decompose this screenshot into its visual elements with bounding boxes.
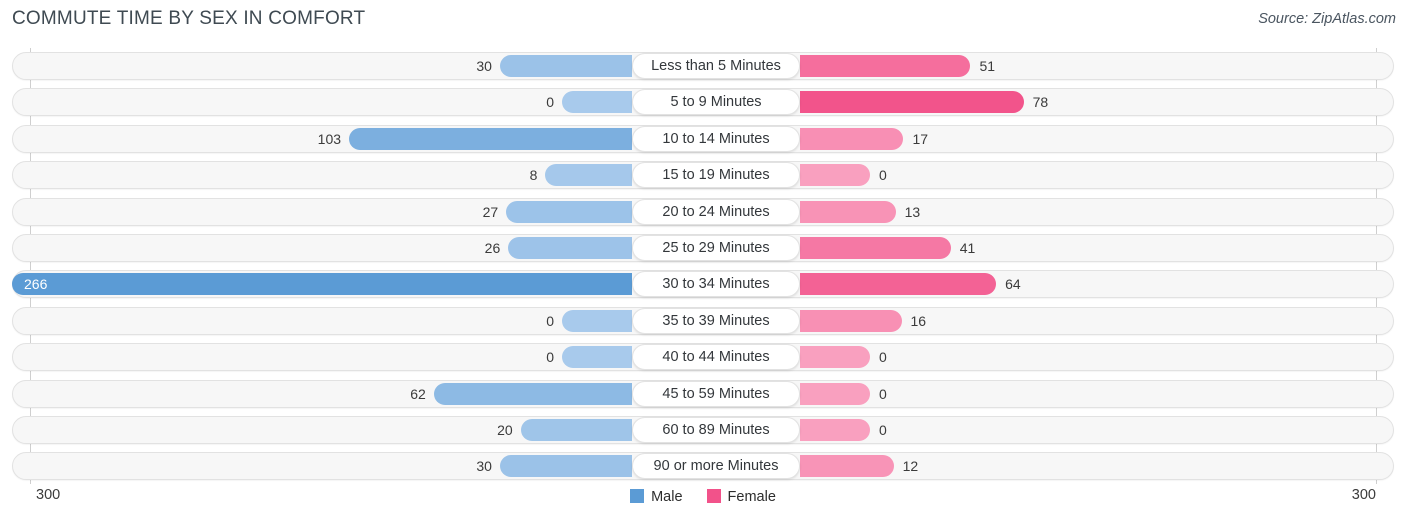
chart-row: 0 0 40 to 44 Minutes <box>12 343 1394 372</box>
bar-female <box>800 419 870 441</box>
category-label-1[interactable]: Less than 5 Minutes <box>632 53 800 79</box>
bar-value-female: 16 <box>910 312 927 329</box>
bar-value-female: 41 <box>959 240 976 256</box>
page-title: COMMUTE TIME BY SEX IN COMFORT <box>12 8 366 29</box>
legend-item-male[interactable]: Male <box>630 487 683 507</box>
chart-footer: 300 300 Male Female <box>0 484 1406 522</box>
bar-female <box>800 55 971 77</box>
bar-value-male: 30 <box>476 58 492 74</box>
bar-value-female: 0 <box>879 422 887 438</box>
chart-row: 30 12 90 or more Minutes <box>12 452 1394 481</box>
bar-value-female: 51 <box>979 58 996 74</box>
bar-value-female: 0 <box>879 349 887 366</box>
bar-female <box>800 127 904 150</box>
bar-value-female: 13 <box>904 203 921 220</box>
chart-legend: Male Female <box>0 487 1406 507</box>
bar-value-male: 266 <box>24 276 48 293</box>
chart-row: 62 0 45 to 59 Minutes <box>12 379 1394 408</box>
chart-plot-area: 30 51 Less than 5 Minutes 0 78 5 to 9 Minutes… <box>0 48 1406 484</box>
chart-header: COMMUTE TIME BY SEX IN COMFORT Source: Z… <box>0 0 1406 42</box>
category-label-5[interactable]: 20 to 24 Minutes <box>632 198 800 225</box>
bar-value-male: 8 <box>529 167 538 184</box>
bar-male <box>499 455 632 478</box>
chart-row: 26 41 25 to 29 Minutes <box>12 234 1394 262</box>
category-label-3[interactable]: 10 to 14 Minutes <box>632 125 800 152</box>
bar-value-female: 0 <box>879 385 887 402</box>
chart-row: 30 51 Less than 5 Minutes <box>12 52 1394 80</box>
category-label-12[interactable]: 90 or more Minutes <box>632 453 800 480</box>
bar-female <box>800 455 894 478</box>
source-attribution: Source: ZipAtlas.com <box>1258 11 1396 27</box>
legend-label: Male <box>651 489 683 505</box>
category-label-7[interactable]: 30 to 34 Minutes <box>632 271 800 298</box>
chart-row: 266 64 30 to 34 Minutes <box>12 270 1394 299</box>
bar-value-male: 62 <box>410 385 426 402</box>
bar-female <box>800 200 896 223</box>
bar-value-female: 64 <box>1005 276 1021 293</box>
bar-male <box>562 91 632 114</box>
bar-male <box>520 419 632 441</box>
legend-swatch-icon <box>630 489 645 503</box>
category-label-2[interactable]: 5 to 9 Minutes <box>632 89 800 116</box>
chart-row: 20 0 60 to 89 Minutes <box>12 416 1394 444</box>
bar-value-female: 17 <box>912 130 929 147</box>
bar-value-male: 27 <box>482 203 499 220</box>
category-label-9[interactable]: 40 to 44 Minutes <box>632 344 800 371</box>
bar-value-male: 26 <box>484 240 501 256</box>
category-label-10[interactable]: 45 to 59 Minutes <box>632 380 800 407</box>
bar-female <box>800 273 997 296</box>
bar-male <box>12 273 632 296</box>
bar-value-male: 0 <box>546 349 554 366</box>
bar-value-male: 0 <box>546 312 554 329</box>
bar-value-male: 103 <box>317 130 342 147</box>
bar-male <box>499 55 632 77</box>
legend-item-female[interactable]: Female <box>706 487 776 507</box>
chart-row: 0 78 5 to 9 Minutes <box>12 88 1394 117</box>
legend-label: Female <box>727 489 776 505</box>
category-label-4[interactable]: 15 to 19 Minutes <box>632 162 800 189</box>
bar-value-male: 20 <box>497 422 513 438</box>
bar-male <box>506 200 632 223</box>
bar-male <box>562 309 632 332</box>
bar-female <box>800 91 1024 114</box>
chart-row: 103 17 10 to 14 Minutes <box>12 124 1394 153</box>
chart-row: 27 13 20 to 24 Minutes <box>12 197 1394 226</box>
bar-value-male: 0 <box>546 94 554 111</box>
bar-male <box>545 164 632 187</box>
bar-female <box>800 164 870 187</box>
category-label-11[interactable]: 60 to 89 Minutes <box>632 417 800 443</box>
bar-value-female: 0 <box>879 167 887 184</box>
chart-row: 8 0 15 to 19 Minutes <box>12 161 1394 190</box>
bar-value-female: 78 <box>1032 94 1049 111</box>
bar-female <box>800 382 870 405</box>
bar-male <box>433 382 632 405</box>
chart-row: 0 16 35 to 39 Minutes <box>12 306 1394 335</box>
bar-female <box>800 309 902 332</box>
bar-male <box>508 237 632 259</box>
bar-male <box>349 127 632 150</box>
bar-female <box>800 237 951 259</box>
bar-value-male: 30 <box>476 458 492 475</box>
legend-swatch-icon <box>706 489 721 503</box>
category-label-8[interactable]: 35 to 39 Minutes <box>632 307 800 334</box>
bar-male <box>562 346 632 369</box>
bar-value-female: 12 <box>902 458 919 475</box>
category-label-6[interactable]: 25 to 29 Minutes <box>632 235 800 261</box>
bar-female <box>800 346 870 369</box>
